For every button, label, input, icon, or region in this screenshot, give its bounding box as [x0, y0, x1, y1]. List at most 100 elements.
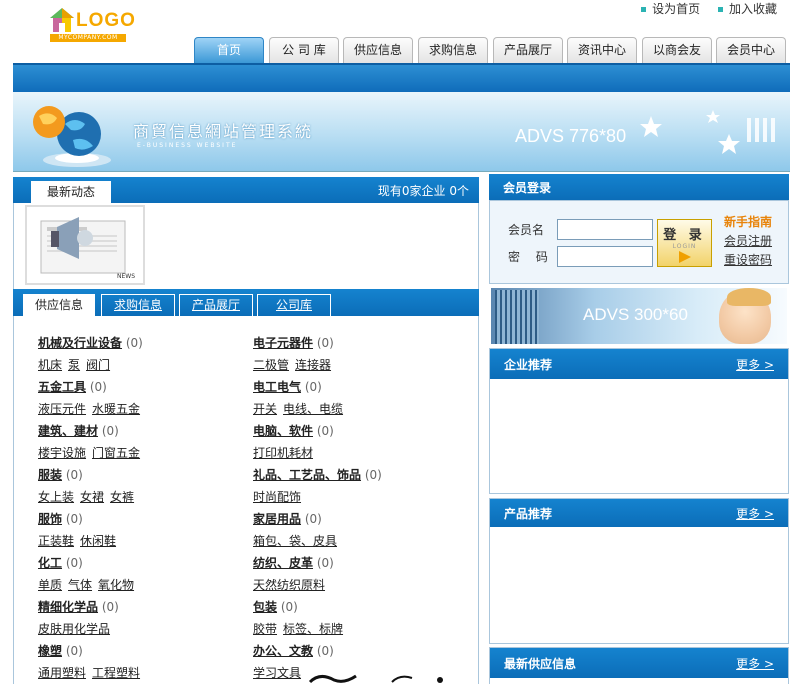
category-link[interactable]: 服饰: [38, 512, 62, 526]
category-row: 电工电气 (0): [253, 376, 382, 398]
subtab-products[interactable]: 产品展厅: [179, 294, 253, 316]
subcategory-link[interactable]: 液压元件: [38, 402, 86, 416]
login-form: 会员名 密 码 登 录 LOGIN 新手指南 会员注册 重设密码: [489, 200, 789, 284]
category-link[interactable]: 建筑、建材: [38, 424, 98, 438]
category-link[interactable]: 电工电气: [253, 380, 301, 394]
site-logo[interactable]: LOGO MYCOMPANY.COM: [46, 4, 135, 42]
subcategory-link[interactable]: 泵: [68, 358, 80, 372]
subcategory-row: 楼宇设施 门窗五金: [38, 442, 146, 464]
username-input[interactable]: [557, 219, 653, 240]
category-row: 机械及行业设备 (0): [38, 332, 146, 354]
subcategory-link[interactable]: 打印机耗材: [253, 446, 313, 460]
subcategory-link[interactable]: 胶带: [253, 622, 277, 636]
news-image[interactable]: NEWS: [25, 205, 145, 285]
subcategory-link[interactable]: 气体: [68, 578, 92, 592]
subcategory-link[interactable]: 通用塑料: [38, 666, 86, 680]
subcategory-link[interactable]: 阀门: [86, 358, 110, 372]
nav-tab-company[interactable]: 公 司 库: [269, 37, 339, 63]
subcategory-link[interactable]: 天然纺织原料: [253, 578, 325, 592]
category-link[interactable]: 服装: [38, 468, 62, 482]
category-link[interactable]: 机械及行业设备: [38, 336, 122, 350]
category-link[interactable]: 电脑、软件: [253, 424, 313, 438]
category-row: 建筑、建材 (0): [38, 420, 146, 442]
subcategory-link[interactable]: 单质: [38, 578, 62, 592]
subcategory-link[interactable]: 皮肤用化学品: [38, 622, 110, 636]
guide-link[interactable]: 新手指南: [724, 213, 772, 232]
nav-tab-business[interactable]: 以商会友: [642, 37, 712, 63]
subcategory-link[interactable]: 学习文具: [253, 666, 301, 680]
top-banner[interactable]: 商貿信息網站管理系統 E-BUSINESS WEBSITE ADVS 776*8…: [13, 92, 790, 172]
category-link[interactable]: 办公、文教: [253, 644, 313, 658]
add-favorite-link[interactable]: 加入收藏: [729, 2, 777, 16]
subcategory-row: 胶带 标签、标牌: [253, 618, 382, 640]
subcategory-link[interactable]: 箱包、袋、皮具: [253, 534, 337, 548]
subcategory-link[interactable]: 正装鞋: [38, 534, 74, 548]
subcategory-link[interactable]: 女上装: [38, 490, 74, 504]
subcategory-link[interactable]: 二极管: [253, 358, 289, 372]
latest-supply-more-link[interactable]: 更多 >: [736, 655, 774, 672]
category-link[interactable]: 电子元器件: [253, 336, 313, 350]
category-link[interactable]: 化工: [38, 556, 62, 570]
category-column-right: 电子元器件 (0) 二极管 连接器 电工电气 (0) 开关 电线、电缆 电脑、软件 (0) 打…: [253, 332, 382, 684]
subcategory-link[interactable]: 标签、标牌: [283, 622, 343, 636]
product-recommend-header: 产品推荐 更多 >: [490, 499, 788, 527]
ink-decoration-icon: [308, 674, 443, 684]
subtab-company[interactable]: 公司库: [257, 294, 331, 316]
category-link[interactable]: 包装: [253, 600, 277, 614]
globe-icon: [33, 106, 111, 167]
subcategory-link[interactable]: 时尚配饰: [253, 490, 301, 504]
subcategory-link[interactable]: 开关: [253, 402, 277, 416]
password-input[interactable]: [557, 246, 653, 267]
logo-text: LOGO: [76, 10, 136, 31]
category-row: 电脑、软件 (0): [253, 420, 382, 442]
subcategory-row: 时尚配饰: [253, 486, 382, 508]
nav-tab-home[interactable]: 首页: [194, 37, 264, 63]
category-count: (0): [125, 336, 143, 350]
nav-tab-member[interactable]: 会员中心: [716, 37, 786, 63]
category-link[interactable]: 橡塑: [38, 644, 62, 658]
category-count: (0): [65, 644, 83, 658]
subcategory-link[interactable]: 氧化物: [98, 578, 134, 592]
set-homepage-link[interactable]: 设为首页: [652, 2, 700, 16]
reset-password-link[interactable]: 重设密码: [724, 253, 772, 267]
bullet-icon: [717, 7, 723, 12]
subcategory-link[interactable]: 工程塑料: [92, 666, 140, 680]
subcategory-link[interactable]: 楼宇设施: [38, 446, 86, 460]
subtab-supply[interactable]: 供应信息: [23, 294, 95, 316]
subtab-purchase[interactable]: 求购信息: [101, 294, 175, 316]
register-link[interactable]: 会员注册: [724, 234, 772, 248]
category-link[interactable]: 五金工具: [38, 380, 86, 394]
news-tab[interactable]: 最新动态: [31, 181, 111, 203]
subcategory-link[interactable]: 机床: [38, 358, 62, 372]
category-link[interactable]: 纺织、皮革: [253, 556, 313, 570]
newspaper-icon: NEWS: [40, 217, 135, 280]
subcategory-link[interactable]: 女裙: [80, 490, 104, 504]
category-count: (0): [280, 600, 298, 614]
username-label: 会员名: [508, 223, 545, 237]
subcategory-link[interactable]: 连接器: [295, 358, 331, 372]
company-count: 现有0家企业 0个: [377, 184, 469, 198]
category-count: (0): [101, 424, 119, 438]
category-link[interactable]: 家居用品: [253, 512, 301, 526]
banner-subtitle: E-BUSINESS WEBSITE: [137, 142, 238, 149]
subcategory-link[interactable]: 门窗五金: [92, 446, 140, 460]
category-count: (0): [316, 336, 334, 350]
subcategory-link[interactable]: 电线、电缆: [283, 402, 343, 416]
nav-tab-news[interactable]: 资讯中心: [567, 37, 637, 63]
subcategory-row: 箱包、袋、皮具: [253, 530, 382, 552]
category-link[interactable]: 精细化学品: [38, 600, 98, 614]
category-count: (0): [316, 424, 334, 438]
product-more-link[interactable]: 更多 >: [736, 505, 774, 522]
login-button[interactable]: 登 录 LOGIN: [657, 219, 712, 267]
enterprise-more-link[interactable]: 更多 >: [736, 356, 774, 373]
login-button-sublabel: LOGIN: [672, 243, 697, 250]
subcategory-link[interactable]: 水暖五金: [92, 402, 140, 416]
subcategory-link[interactable]: 女裤: [110, 490, 134, 504]
subcategory-link[interactable]: 休闲鞋: [80, 534, 116, 548]
nav-tab-products[interactable]: 产品展厅: [493, 37, 563, 63]
nav-tab-supply[interactable]: 供应信息: [343, 37, 413, 63]
category-link[interactable]: 礼品、工艺品、饰品: [253, 468, 361, 482]
nav-tab-purchase[interactable]: 求购信息: [418, 37, 488, 63]
category-row: 橡塑 (0): [38, 640, 146, 662]
side-ad-banner[interactable]: ADVS 300*60: [491, 288, 787, 344]
